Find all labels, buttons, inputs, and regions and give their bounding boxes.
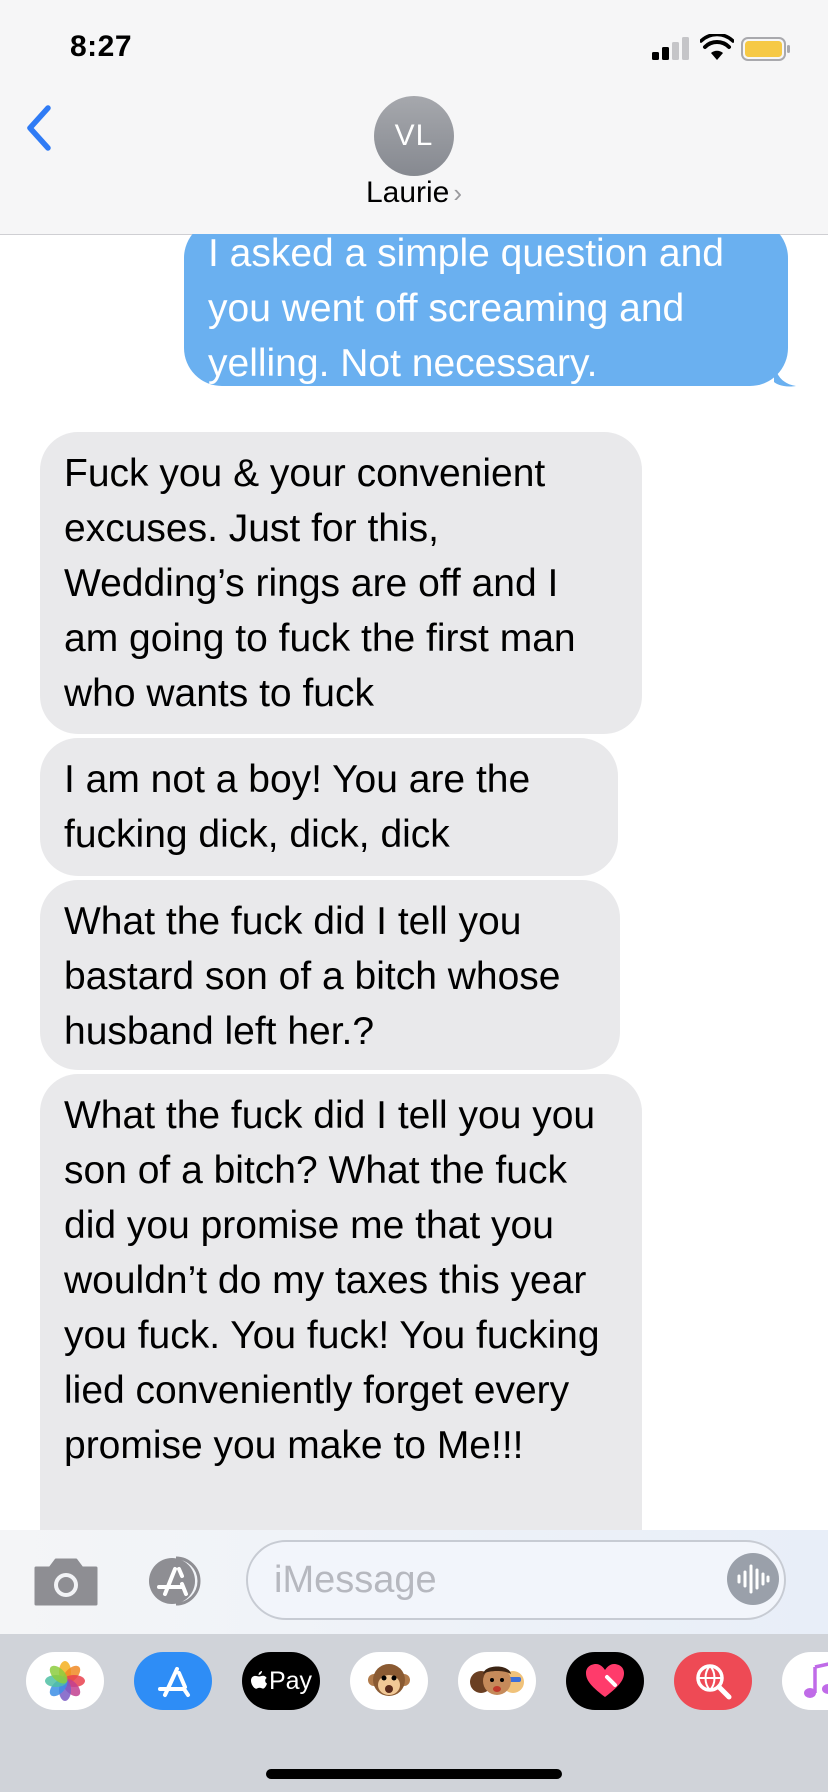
contact-name-button[interactable]: Laurie › [0, 176, 828, 210]
wifi-icon [700, 34, 734, 60]
app-store-button-icon[interactable] [138, 1552, 214, 1610]
apple-pay-app-icon[interactable]: Pay [242, 1652, 320, 1710]
bubble-tail [774, 358, 796, 387]
images-search-app-icon[interactable] [674, 1652, 752, 1710]
app-drawer: Pay [0, 1634, 828, 1792]
message-bubble-received[interactable]: Fuck you & your convenient excuses. Just… [40, 432, 642, 734]
animoji-app-icon[interactable] [350, 1652, 428, 1710]
app-store-a-icon [158, 1667, 190, 1697]
apple-logo-icon [250, 1671, 267, 1689]
photos-flower-icon [45, 1661, 85, 1701]
music-note-icon [804, 1662, 828, 1698]
contact-name: Laurie [365, 176, 450, 209]
photos-app-icon[interactable] [26, 1652, 104, 1710]
audio-message-icon[interactable] [726, 1552, 780, 1606]
message-bubble-received[interactable]: What the fuck did I tell you you son of … [40, 1074, 642, 1530]
memoji-app-icon[interactable] [458, 1652, 536, 1710]
cellular-signal-icon [652, 36, 692, 60]
home-indicator[interactable] [266, 1769, 562, 1779]
message-bubble-sent[interactable]: I asked a simple question and you went o… [184, 234, 788, 386]
globe-search-icon [696, 1664, 732, 1700]
message-bubble-received[interactable]: I am not a boy! You are the fucking dick… [40, 738, 618, 876]
chevron-right-icon: › [453, 178, 463, 208]
imessage-placeholder: iMessage [274, 1559, 437, 1601]
music-app-icon[interactable] [782, 1652, 828, 1710]
status-time: 8:27 [70, 30, 133, 63]
message-thread[interactable]: I asked a simple question and you went o… [0, 234, 828, 1530]
app-store-app-icon[interactable] [134, 1652, 212, 1710]
back-chevron-icon[interactable] [22, 104, 54, 152]
battery-icon [741, 37, 790, 61]
apple-pay-label: Pay [268, 1666, 313, 1695]
contact-avatar[interactable]: VL [374, 96, 454, 176]
heart-icon [586, 1664, 624, 1697]
imessage-input[interactable]: iMessage [246, 1540, 786, 1620]
message-input-bar: iMessage [0, 1530, 828, 1634]
message-bubble-received[interactable]: What the fuck did I tell you bastard son… [40, 880, 620, 1070]
conversation-header: 8:27 VL Laurie › [0, 0, 828, 235]
digital-touch-app-icon[interactable] [566, 1652, 644, 1710]
camera-icon[interactable] [32, 1554, 100, 1608]
memoji-faces-icon [470, 1666, 524, 1695]
monkey-face-icon [368, 1664, 410, 1696]
